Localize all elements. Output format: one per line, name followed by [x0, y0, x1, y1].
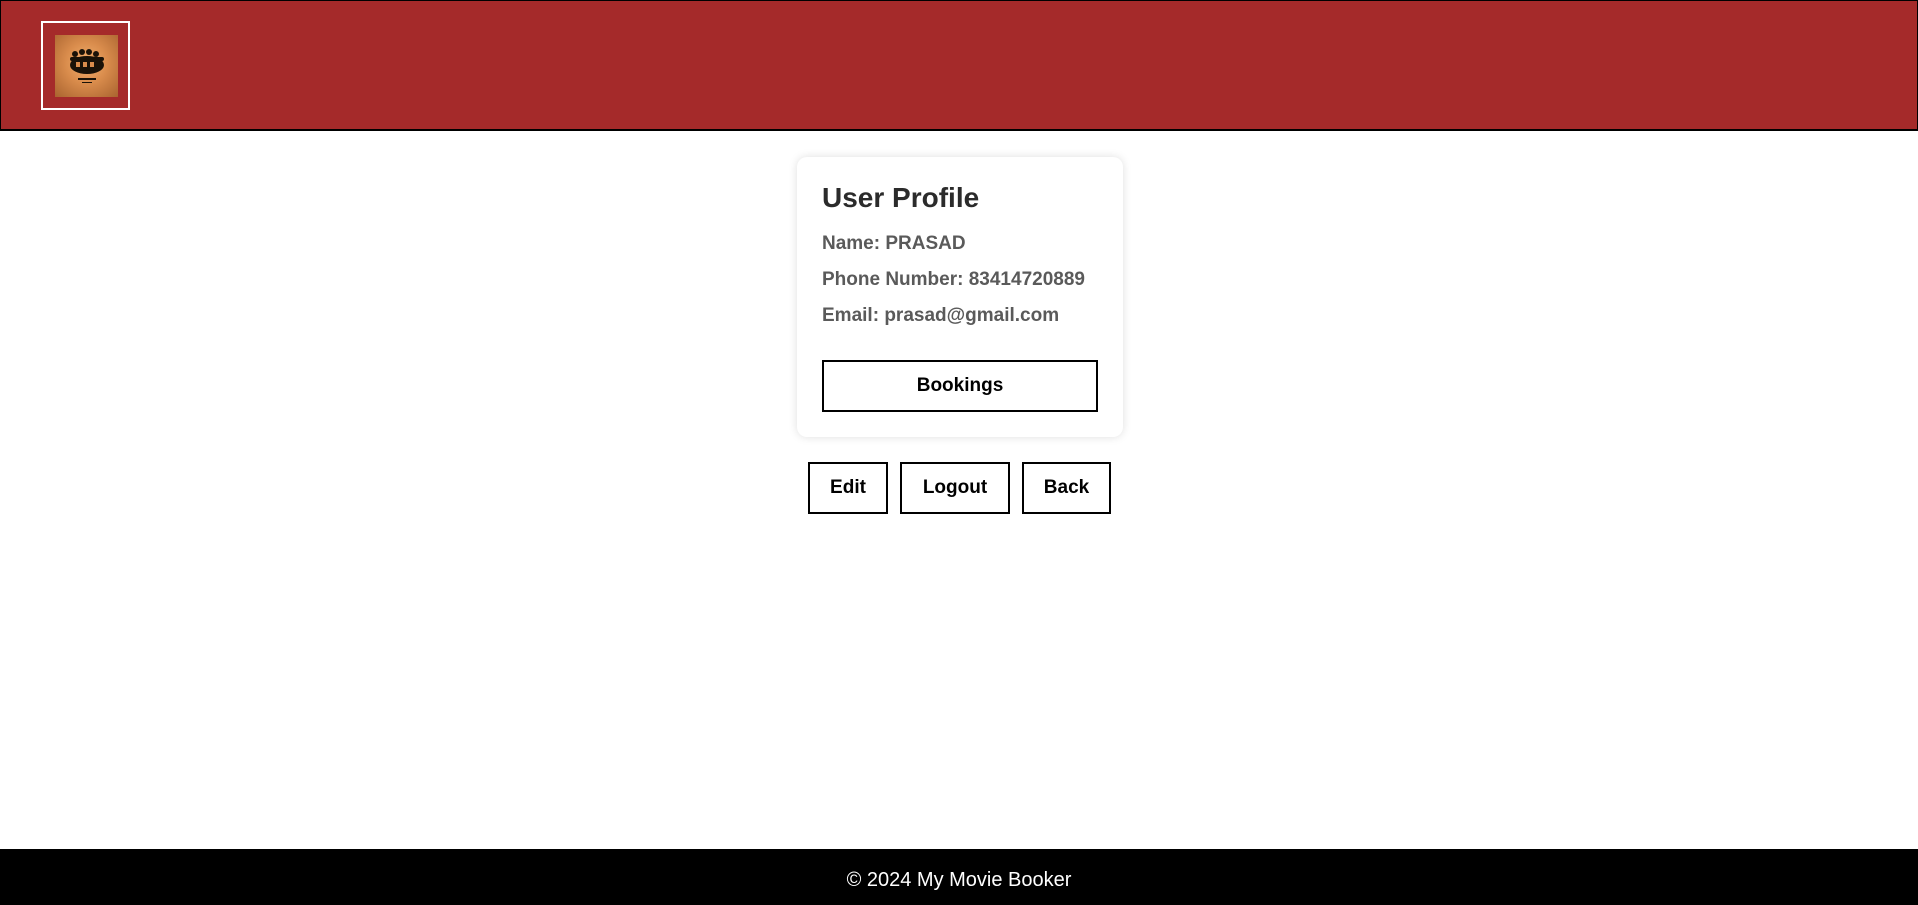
app-footer: © 2024 My Movie Booker [0, 849, 1918, 905]
page: User Profile Name: PRASAD Phone Number: … [0, 0, 1918, 905]
profile-name: Name: PRASAD [822, 233, 1098, 255]
logo-graphic [70, 49, 104, 83]
profile-email: Email: prasad@gmail.com [822, 305, 1098, 327]
email-value: prasad@gmail.com [884, 305, 1060, 326]
profile-title: User Profile [822, 182, 980, 213]
edit-button[interactable]: Edit [808, 462, 888, 514]
phone-value: 83414720889 [968, 269, 1085, 290]
name-label: Name: [822, 233, 881, 254]
footer-copyright: © 2024 My Movie Booker [846, 869, 1072, 891]
profile-phone: Phone Number: 83414720889 [822, 269, 1098, 291]
movie-reel-logo-icon [55, 35, 118, 97]
logo-link[interactable] [41, 21, 130, 110]
back-button[interactable]: Back [1022, 462, 1111, 514]
name-value: PRASAD [885, 233, 966, 254]
logout-button[interactable]: Logout [900, 462, 1010, 514]
email-label: Email: [822, 305, 880, 326]
bookings-button[interactable]: Bookings [822, 360, 1098, 412]
phone-label: Phone Number: [822, 269, 964, 290]
user-profile-card: User Profile Name: PRASAD Phone Number: … [797, 157, 1123, 437]
app-header [0, 0, 1918, 131]
